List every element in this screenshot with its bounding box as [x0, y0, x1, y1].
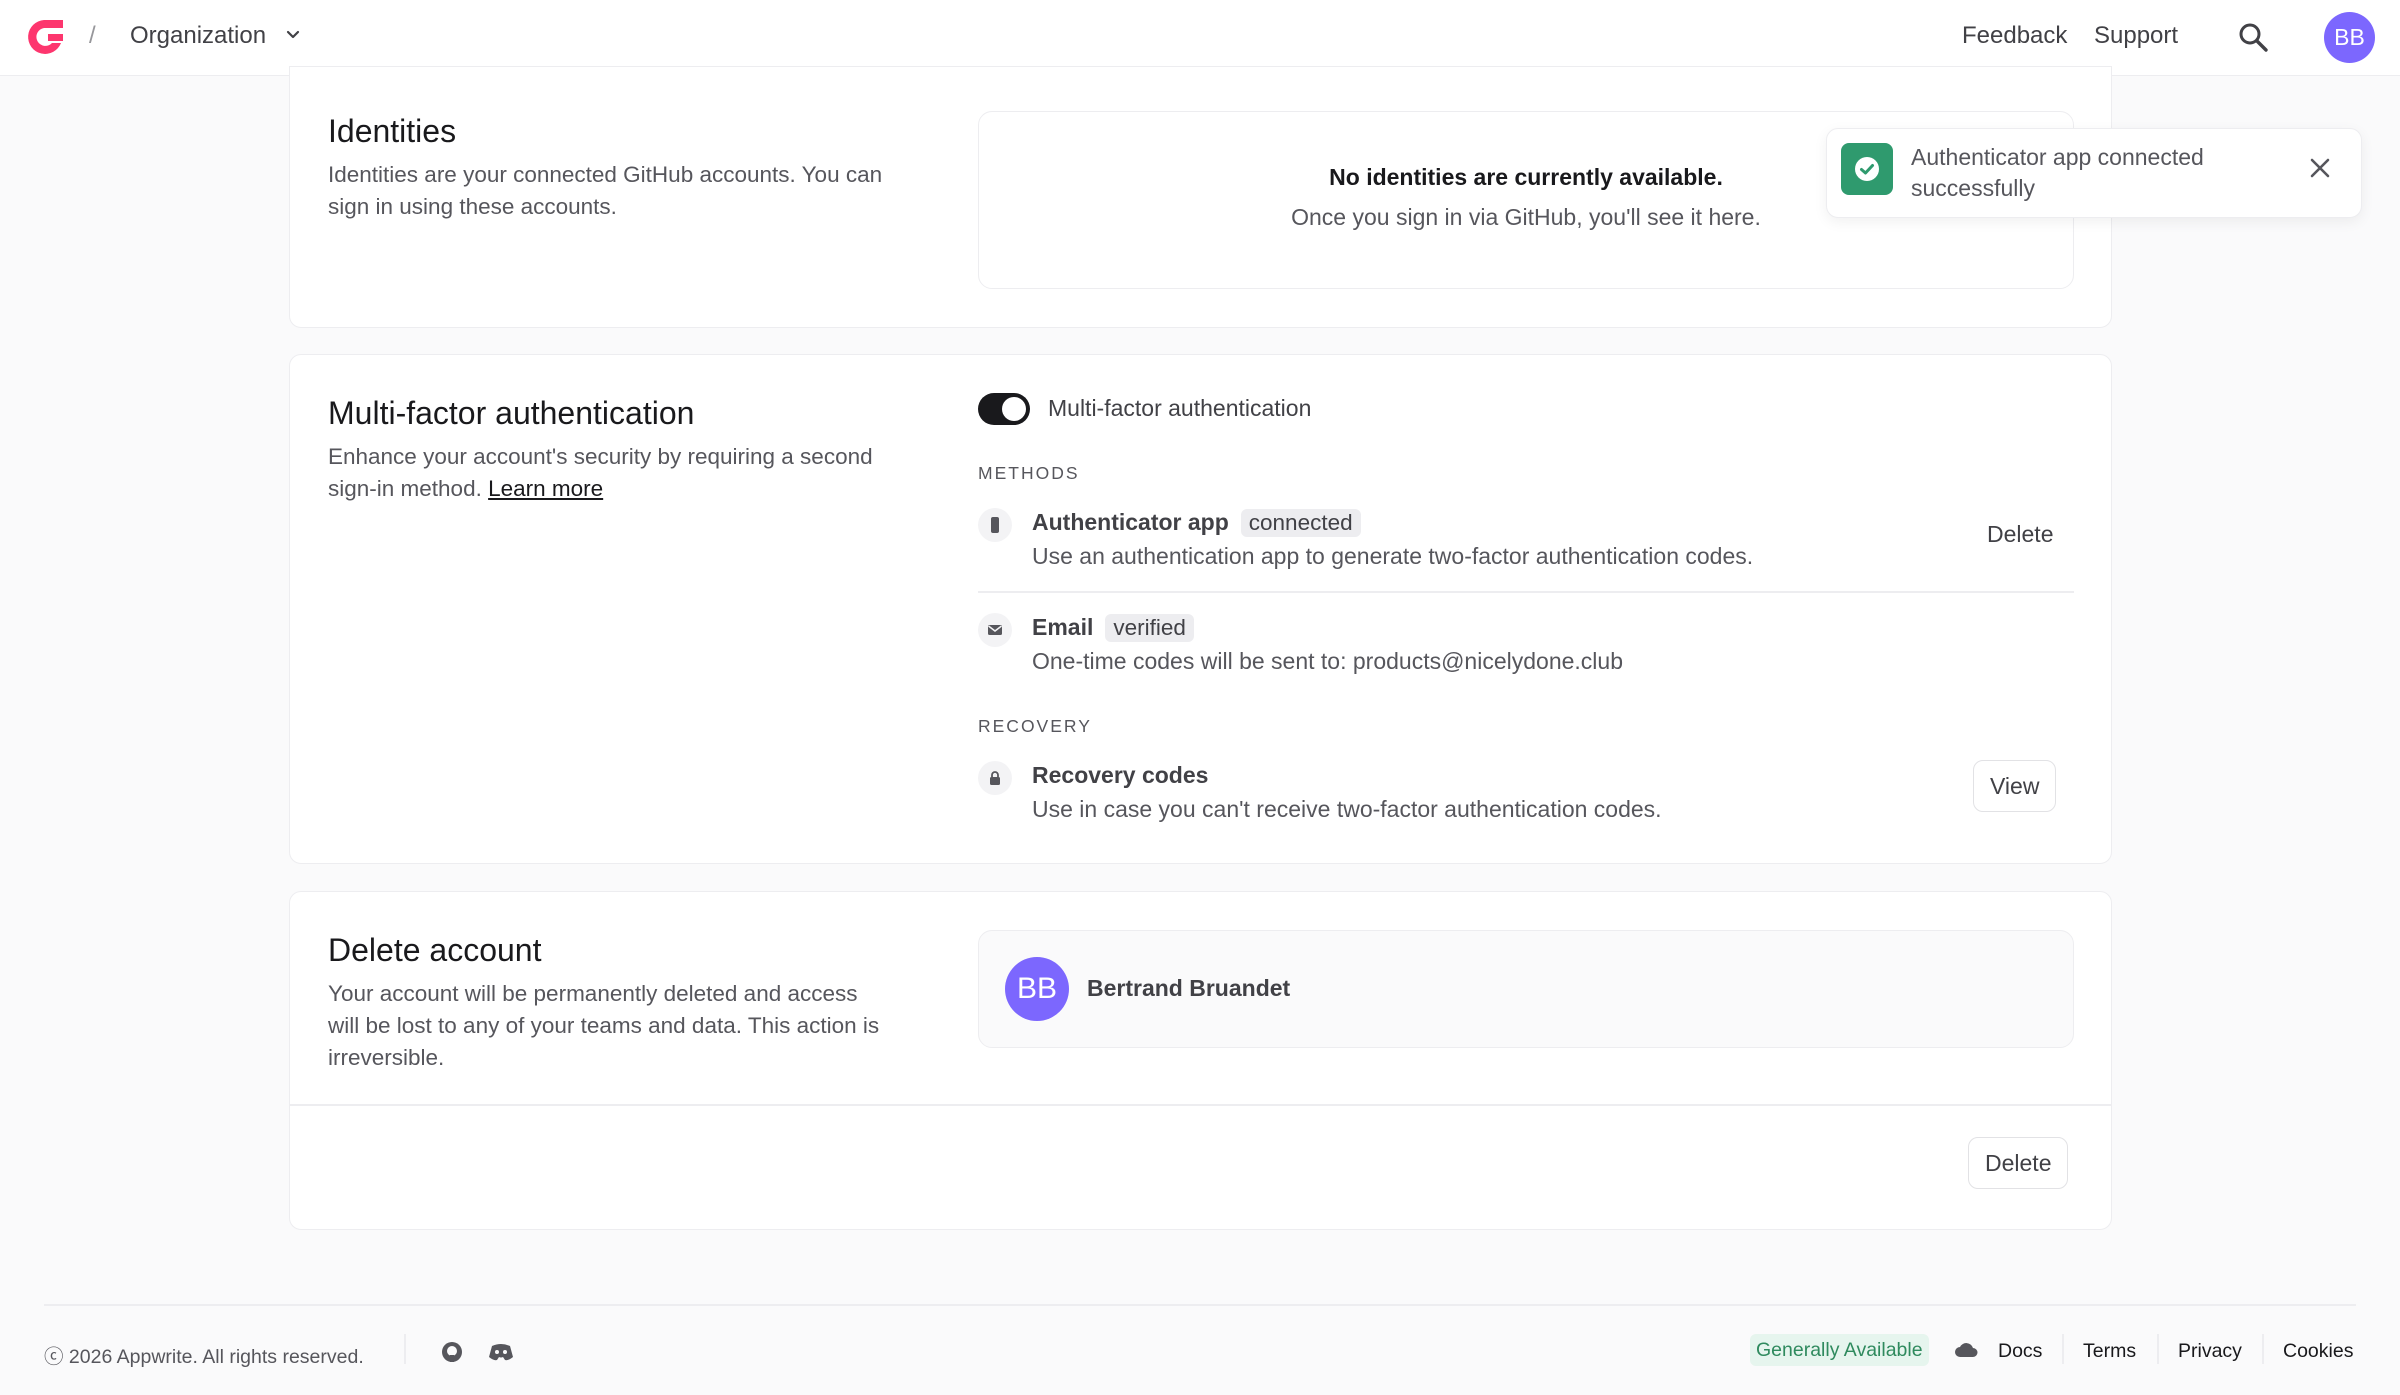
mfa-description: Enhance your account's security by requi…	[328, 441, 888, 505]
footer-link-privacy[interactable]: Privacy	[2178, 1340, 2242, 1363]
lock-icon	[978, 761, 1012, 795]
footer-divider	[44, 1304, 2356, 1306]
method-divider	[978, 591, 2074, 593]
delete-authenticator-button[interactable]: Delete	[1987, 521, 2053, 548]
footer-link-terms[interactable]: Terms	[2083, 1340, 2136, 1363]
mfa-title: Multi-factor authentication	[328, 395, 695, 431]
authenticator-app-title: Authenticator app	[1032, 509, 1229, 535]
close-icon[interactable]	[2307, 155, 2333, 181]
email-method-title: Email	[1032, 614, 1094, 640]
chevron-down-icon[interactable]	[282, 24, 304, 46]
learn-more-link[interactable]: Learn more	[488, 476, 603, 501]
connected-badge: connected	[1240, 509, 1361, 537]
email-method-description: One-time codes will be sent to: products…	[1032, 648, 1623, 674]
breadcrumb-separator: /	[89, 22, 96, 49]
recovery-codes-description: Use in case you can't receive two-factor…	[1032, 796, 1662, 822]
identities-title: Identities	[328, 113, 457, 149]
avatar[interactable]: BB	[2324, 12, 2375, 63]
footer-separator	[2062, 1334, 2064, 1364]
footer-separator	[2262, 1334, 2264, 1364]
delete-account-card: Delete account Your account will be perm…	[289, 891, 2112, 1230]
user-name: Bertrand Bruandet	[1087, 975, 1291, 1001]
user-avatar: BB	[1005, 957, 1069, 1021]
delete-account-button[interactable]: Delete	[1968, 1137, 2069, 1189]
view-recovery-codes-button[interactable]: View	[1973, 760, 2057, 812]
verified-badge: verified	[1105, 614, 1194, 642]
status-badge[interactable]: Generally Available	[1750, 1334, 1929, 1366]
user-summary: BB Bertrand Bruandet	[978, 930, 2074, 1048]
mfa-toggle-label: Multi-factor authentication	[1048, 395, 1312, 421]
organization-selector[interactable]: Organization	[130, 22, 266, 50]
mfa-toggle[interactable]	[978, 393, 1030, 425]
discord-icon[interactable]	[488, 1342, 514, 1362]
email-method-item: Email verified	[1032, 614, 1194, 642]
support-link[interactable]: Support	[2094, 22, 2178, 50]
toggle-knob	[1002, 397, 1026, 421]
top-bar: / Organization Feedback Support BB	[0, 0, 2400, 76]
footer-separator	[404, 1334, 406, 1364]
footer-separator	[2157, 1334, 2159, 1364]
authenticator-app-item: Authenticator app connected	[1032, 509, 1361, 537]
authenticator-app-description: Use an authentication app to generate tw…	[1032, 543, 1754, 569]
footer-link-cookies[interactable]: Cookies	[2283, 1340, 2353, 1363]
check-circle-icon	[1841, 143, 1893, 195]
search-icon[interactable]	[2236, 20, 2270, 54]
identities-description: Identities are your connected GitHub acc…	[328, 162, 883, 219]
delete-account-description: Your account will be permanently deleted…	[328, 981, 880, 1070]
success-toast: Authenticator app connected successfully	[1826, 128, 2362, 218]
feedback-link[interactable]: Feedback	[1962, 22, 2067, 50]
copyright: ⓒ 2026 Appwrite. All rights reserved.	[44, 1346, 364, 1368]
toast-message: Authenticator app connected successfully	[1911, 144, 2204, 201]
mail-icon	[978, 613, 1012, 647]
mfa-card: Multi-factor authentication Enhance your…	[289, 354, 2112, 864]
github-icon[interactable]	[440, 1340, 464, 1364]
appwrite-logo[interactable]	[22, 16, 66, 58]
card-footer-divider	[290, 1104, 2111, 1106]
delete-account-title: Delete account	[328, 932, 542, 968]
recovery-label: RECOVERY	[978, 716, 1092, 736]
phone-icon	[978, 508, 1012, 542]
recovery-codes-title: Recovery codes	[1032, 762, 1209, 788]
cloud-icon	[1955, 1343, 1978, 1357]
footer-link-docs[interactable]: Docs	[1998, 1340, 2042, 1363]
methods-label: METHODS	[978, 463, 1080, 483]
